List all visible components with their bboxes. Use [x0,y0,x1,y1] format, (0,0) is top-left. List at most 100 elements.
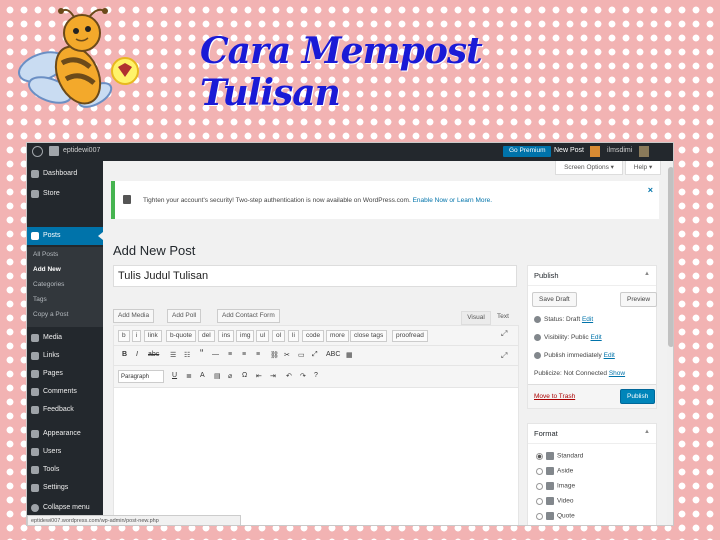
horizontal-line-icon[interactable]: — [212,351,219,358]
sidebar-item-dashboard[interactable]: Dashboard [27,165,103,183]
new-post-link[interactable]: New Post [554,147,584,154]
avatar[interactable] [590,146,600,157]
sidebar-item-appearance[interactable]: Appearance [27,425,103,443]
edit-status-link[interactable]: Edit [582,316,593,323]
add-contact-form-button[interactable]: Add Contact Form [217,309,280,323]
outdent-icon[interactable]: ⇤ [256,372,262,380]
qt-bold[interactable]: b [118,330,130,342]
show-publicize-link[interactable]: Show [609,370,625,377]
redo-icon[interactable]: ↷ [300,372,306,380]
qt-link[interactable]: link [144,330,162,342]
format-option-video[interactable]: Video [536,497,574,505]
sidebar-item-store[interactable]: Store [27,185,103,203]
sidebar-item-media[interactable]: Media [27,329,103,347]
format-option-aside[interactable]: Aside [536,467,573,475]
help-icon[interactable]: ? [314,372,318,379]
format-option-image[interactable]: Image [536,482,575,490]
sidebar-item-tools[interactable]: Tools [27,461,103,479]
save-draft-button[interactable]: Save Draft [532,292,577,307]
undo-icon[interactable]: ↶ [286,372,292,380]
fullscreen-icon[interactable]: ⤢ [312,351,318,359]
paragraph-format-select[interactable]: Paragraph [118,370,164,383]
indent-icon[interactable]: ⇥ [270,372,276,380]
scrollbar-thumb[interactable] [668,167,673,347]
qt-proofread[interactable]: proofread [392,330,428,342]
align-right-icon[interactable]: ≡ [256,351,260,358]
align-left-icon[interactable]: ≡ [228,351,232,358]
submenu-copy-post[interactable]: Copy a Post [33,311,68,318]
submenu-tags[interactable]: Tags [33,296,47,303]
preview-button[interactable]: Preview [620,292,658,307]
submenu-add-new[interactable]: Add New [33,266,61,273]
text-color-icon[interactable]: A [200,372,205,379]
toggle-icon[interactable]: ▲ [644,271,650,277]
edit-time-link[interactable]: Edit [604,352,615,359]
sidebar-item-pages[interactable]: Pages [27,365,103,383]
sidebar-item-users[interactable]: Users [27,443,103,461]
user-name[interactable]: ilmsdimi [607,147,632,154]
page-scrollbar[interactable] [667,161,673,525]
radio[interactable] [536,497,543,505]
qt-more[interactable]: more [326,330,349,342]
sidebar-item-settings[interactable]: Settings [27,479,103,497]
underline-icon[interactable]: U [172,372,177,379]
home-icon[interactable] [49,146,59,156]
fullscreen-icon[interactable]: ⤢ [501,329,507,339]
expand-toolbar-icon[interactable]: ⤢ [501,351,507,361]
bulleted-list-icon[interactable]: ☰ [170,351,176,359]
blockquote-icon[interactable]: “ [200,348,203,359]
qt-li[interactable]: li [288,330,299,342]
strikethrough-icon[interactable]: abc [148,351,159,358]
paste-text-icon[interactable]: ▤ [214,372,221,380]
notice-link[interactable]: Enable Now or Learn More. [413,197,493,204]
spellcheck-icon[interactable]: ABC [326,351,340,358]
go-premium-button[interactable]: Go Premium [503,146,552,157]
clear-formatting-icon[interactable]: ⌀ [228,372,232,380]
submenu-categories[interactable]: Categories [33,281,64,288]
align-center-icon[interactable]: ≡ [242,351,246,358]
radio-selected[interactable] [536,452,543,460]
help-tab[interactable]: Help ▾ [625,161,661,175]
qt-close-tags[interactable]: close tags [350,330,388,342]
post-editor[interactable]: b i link b-quote del ins img ul ol li co… [113,325,519,525]
tab-visual[interactable]: Visual [461,311,491,325]
screen-options-tab[interactable]: Screen Options ▾ [555,161,623,175]
qt-del[interactable]: del [198,330,215,342]
bold-icon[interactable]: B [122,351,127,358]
site-name[interactable]: eptidewi007 [63,147,100,154]
format-option-quote[interactable]: Quote [536,512,575,520]
close-icon[interactable]: × [648,185,653,195]
radio[interactable] [536,512,543,520]
justify-icon[interactable]: ≣ [186,372,192,380]
toggle-icon[interactable]: ▲ [644,429,650,435]
qt-img[interactable]: img [236,330,255,342]
qt-ins[interactable]: ins [218,330,235,342]
sidebar-item-comments[interactable]: Comments [27,383,103,401]
qt-code[interactable]: code [302,330,325,342]
sidebar-item-feedback[interactable]: Feedback [27,401,103,419]
qt-blockquote[interactable]: b-quote [166,330,197,342]
radio[interactable] [536,482,543,490]
sidebar-item-posts[interactable]: Posts [27,227,103,245]
publish-button[interactable]: Publish [620,389,656,404]
keyboard-icon[interactable]: ▦ [346,351,353,359]
tab-text[interactable]: Text [497,313,509,320]
user-avatar[interactable] [639,146,649,157]
read-more-icon[interactable]: ▭ [298,351,305,359]
qt-ol[interactable]: ol [272,330,286,342]
radio[interactable] [536,467,543,475]
add-media-button[interactable]: Add Media [113,309,155,323]
edit-visibility-link[interactable]: Edit [591,334,602,341]
unlink-icon[interactable]: ✂ [284,351,290,359]
submenu-all-posts[interactable]: All Posts [33,251,58,258]
italic-icon[interactable]: I [136,351,138,358]
sidebar-item-links[interactable]: Links [27,347,103,365]
qt-ul[interactable]: ul [256,330,270,342]
format-option-standard[interactable]: Standard [536,452,583,460]
wordpress-logo-icon[interactable] [32,146,43,157]
numbered-list-icon[interactable]: ☷ [184,351,190,359]
move-to-trash-link[interactable]: Move to Trash [534,393,575,400]
qt-italic[interactable]: i [132,330,142,342]
post-title-input[interactable]: Tulis Judul Tulisan [113,265,517,287]
special-character-icon[interactable]: Ω [242,372,247,379]
